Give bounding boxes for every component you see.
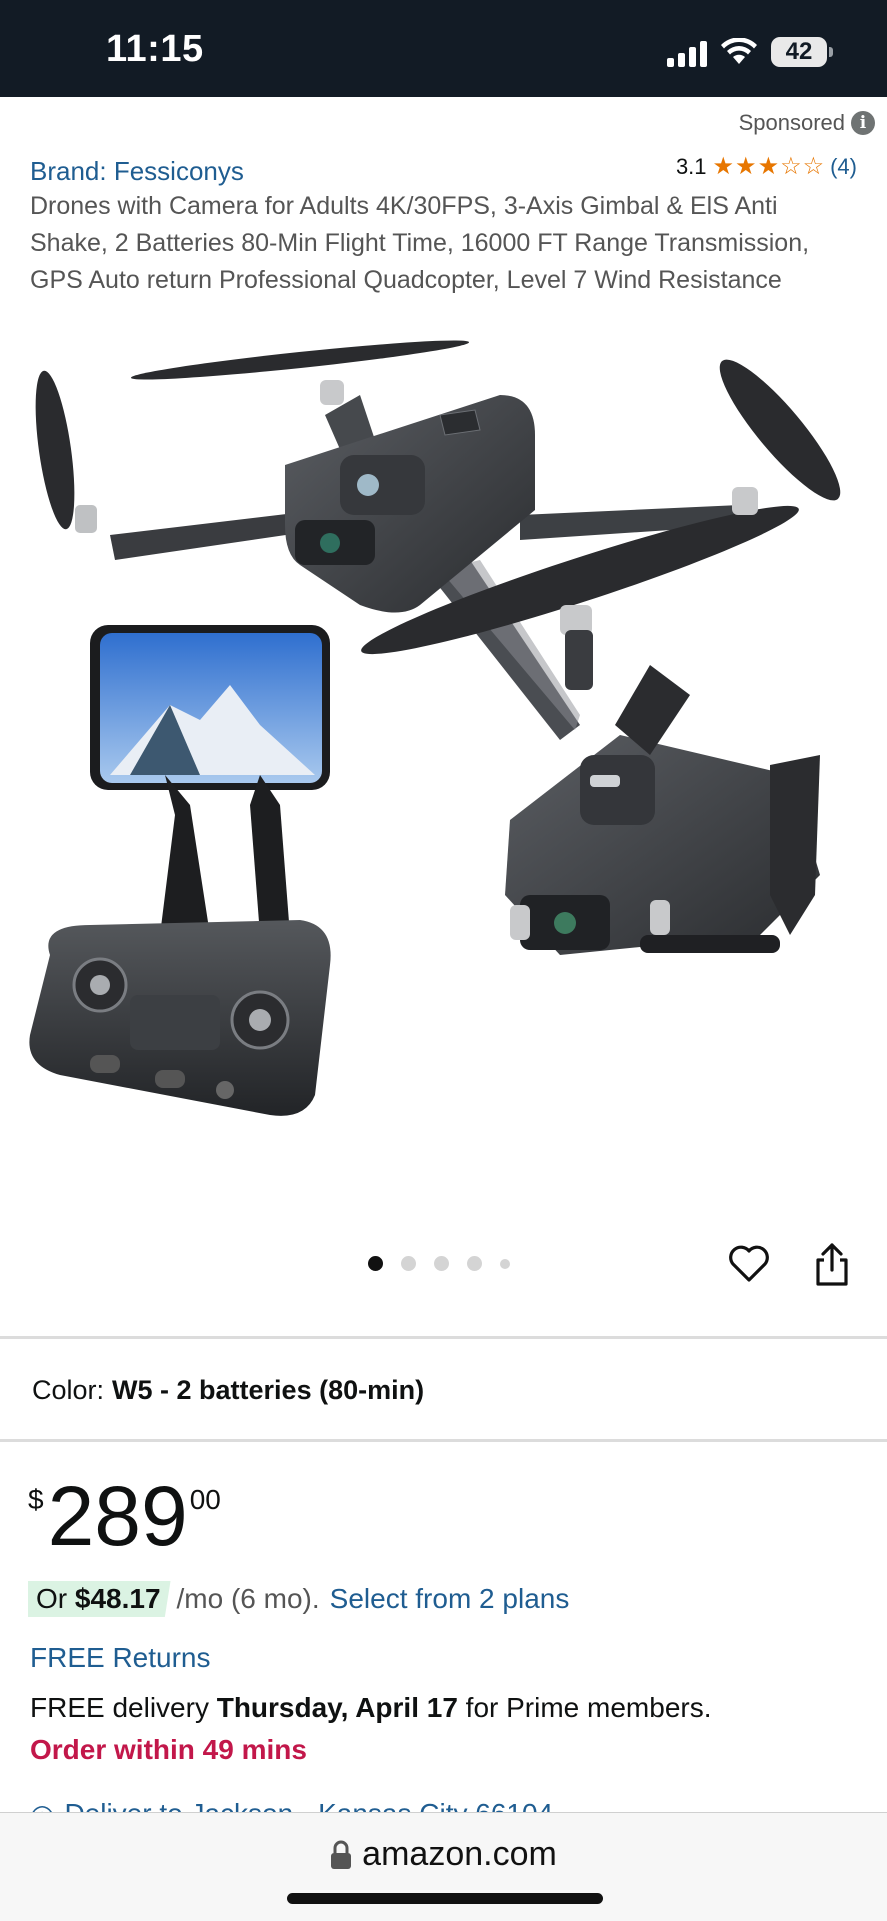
deliver-to-link[interactable]: ◎ Deliver to Jackson - Kansas City 66104 [30, 1798, 553, 1812]
url-display[interactable]: amazon.com [0, 1835, 887, 1874]
brand-link[interactable]: Brand: Fessiconys [30, 156, 244, 187]
remote-controller [29, 625, 331, 1116]
star-rating: ★ ★ ★ ☆ ☆ [713, 155, 825, 179]
rating-summary[interactable]: 3.1 ★ ★ ★ ☆ ☆ (4) [676, 154, 857, 180]
star-filled-icon: ★ [735, 153, 757, 180]
order-within-countdown: Order within 49 mins [30, 1734, 307, 1765]
carousel-dot[interactable] [500, 1258, 510, 1269]
financing-prefix: Or [36, 1583, 68, 1614]
rating-count[interactable]: (4) [830, 154, 857, 180]
product-image[interactable] [0, 335, 887, 1185]
status-bar: 11:15 42 [0, 0, 887, 97]
financing-offer: Or $48.17 /mo (6 mo). Select from 2 plan… [28, 1581, 569, 1617]
star-empty-icon: ☆ [802, 153, 825, 180]
divider [0, 1336, 887, 1339]
price-fraction: 00 [189, 1484, 221, 1515]
divider [0, 1439, 887, 1442]
delivery-prefix: FREE delivery [30, 1692, 209, 1723]
lock-icon [331, 1840, 352, 1869]
deliver-to-text: Deliver to Jackson - Kansas City 66104 [64, 1798, 553, 1812]
location-pin-icon: ◎ [30, 1798, 54, 1812]
star-empty-icon: ☆ [780, 153, 802, 180]
price: $ 289 00 [28, 1470, 221, 1562]
carousel-dot[interactable] [434, 1256, 449, 1271]
sponsored-text: Sponsored [738, 110, 845, 135]
product-title[interactable]: Drones with Camera for Adults 4K/30FPS, … [30, 188, 860, 299]
star-filled-icon: ★ [712, 153, 735, 180]
color-value: W5 - 2 batteries (80-min) [112, 1375, 425, 1405]
rating-value: 3.1 [675, 154, 707, 179]
delivery-info: FREE delivery Thursday, April 17 for Pri… [30, 1692, 712, 1724]
battery-indicator: 42 [771, 37, 833, 67]
share-icon[interactable] [808, 1240, 856, 1288]
carousel-dot[interactable] [401, 1256, 416, 1271]
star-filled-icon: ★ [757, 153, 780, 180]
carousel-dot[interactable] [368, 1256, 383, 1271]
financing-amount: $48.17 [74, 1583, 161, 1614]
select-plans-link[interactable]: Select from 2 plans [330, 1583, 570, 1615]
heart-icon[interactable] [726, 1240, 772, 1286]
wifi-icon [721, 38, 757, 64]
carousel-dot[interactable] [467, 1256, 482, 1271]
delivery-date: Thursday, April 17 [216, 1692, 458, 1723]
color-label: Color: [32, 1375, 105, 1405]
delivery-suffix: for Prime members. [465, 1692, 712, 1723]
price-currency: $ [28, 1484, 44, 1515]
sponsored-label[interactable]: Sponsored i [739, 110, 875, 136]
info-icon[interactable]: i [851, 111, 875, 135]
color-selector[interactable]: Color: W5 - 2 batteries (80-min) [32, 1375, 424, 1406]
status-time: 11:15 [106, 28, 204, 70]
image-carousel-dots[interactable] [368, 1256, 510, 1271]
financing-badge: Or $48.17 [28, 1581, 171, 1617]
cellular-signal-icon [667, 37, 707, 67]
financing-period: /mo (6 mo). [176, 1583, 320, 1614]
free-returns-link[interactable]: FREE Returns [30, 1642, 211, 1674]
browser-address-bar[interactable]: amazon.com [0, 1812, 887, 1921]
url-text: amazon.com [362, 1835, 557, 1873]
price-whole: 289 [47, 1469, 188, 1563]
status-icons: 42 [667, 34, 833, 70]
home-indicator[interactable] [287, 1893, 603, 1904]
